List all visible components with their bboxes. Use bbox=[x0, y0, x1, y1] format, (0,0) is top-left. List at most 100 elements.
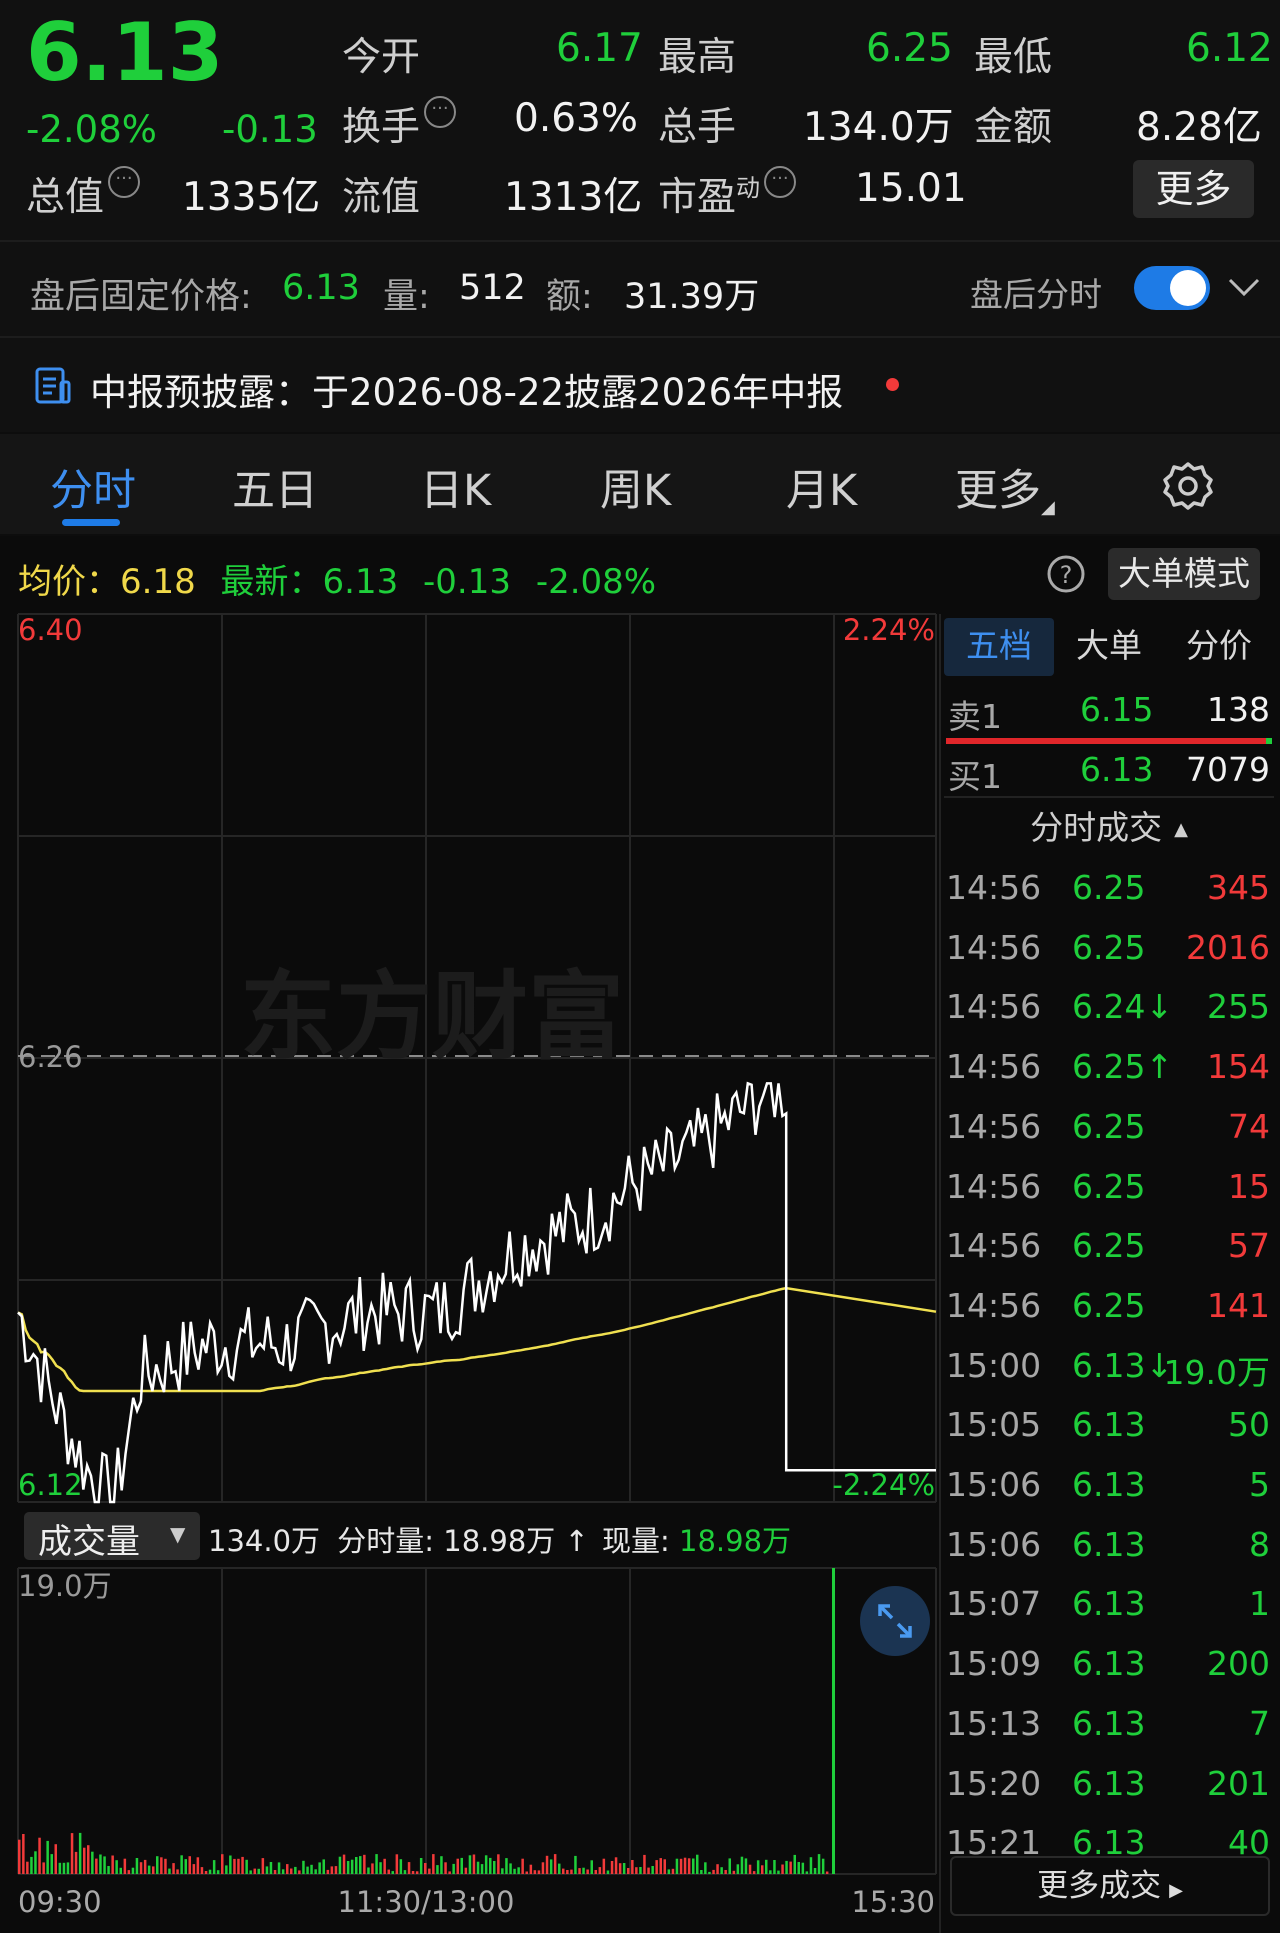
avg-price: 6.18 bbox=[120, 562, 196, 602]
after-hours-toggle[interactable] bbox=[1134, 266, 1210, 310]
more-trades-button[interactable]: 更多成交 ▶ bbox=[950, 1856, 1270, 1916]
latest-price-label: 最新： bbox=[220, 562, 323, 602]
volume-bar bbox=[42, 1862, 45, 1874]
tab-price-distribution[interactable]: 分价 bbox=[1164, 618, 1274, 674]
trade-volume: 2016 bbox=[1186, 927, 1270, 967]
corner-triangle-icon: ◢ bbox=[1041, 497, 1055, 518]
document-icon bbox=[35, 367, 71, 404]
volume-bar bbox=[813, 1868, 817, 1874]
tab-five-day[interactable]: 五日 bbox=[232, 456, 318, 518]
tab-daily-k[interactable]: 日K bbox=[420, 456, 491, 518]
notice-bar[interactable]: 中报预披露：于2026-08-22披露2026年中报 bbox=[0, 338, 1280, 432]
stat-value-high: 6.25 bbox=[866, 26, 953, 71]
volume-bar bbox=[659, 1858, 662, 1874]
volume-bar bbox=[127, 1870, 131, 1874]
volume-bar bbox=[424, 1863, 427, 1874]
more-info-icon[interactable]: ··· bbox=[108, 166, 141, 198]
volume-bar bbox=[379, 1862, 382, 1874]
notice-text: 中报预披露：于2026-08-22披露2026年中报 bbox=[90, 371, 844, 414]
volume-bar bbox=[558, 1863, 561, 1874]
tab-order-book[interactable]: 五档 bbox=[944, 618, 1054, 674]
stat-label-pe[interactable]: 市盈动 ··· bbox=[658, 166, 797, 222]
trade-time: 14:56 bbox=[946, 1047, 1042, 1087]
volume-bar bbox=[152, 1866, 155, 1874]
volume-bar bbox=[574, 1855, 577, 1874]
change-percent: -2.08% bbox=[26, 108, 157, 151]
chevron-down-icon[interactable] bbox=[1226, 274, 1262, 302]
volume-bar bbox=[334, 1866, 338, 1874]
chart-legend: 均价：6.18 最新：6.13 -0.13 -2.08% bbox=[18, 554, 656, 603]
trade-row: 15:13 6.13 7 bbox=[944, 1692, 1274, 1752]
volume-bar bbox=[602, 1858, 606, 1874]
stat-value-low: 6.12 bbox=[1186, 26, 1273, 71]
volume-bar bbox=[249, 1870, 252, 1874]
volume-bar bbox=[769, 1870, 772, 1874]
volume-chart[interactable]: 19.0万 09:30 11:30/13:00 15:30 bbox=[0, 1564, 940, 1933]
current-price: 6.13 bbox=[26, 6, 224, 99]
stat-label-market-cap[interactable]: 总值 ··· bbox=[26, 166, 141, 222]
trade-price: 6.25 bbox=[1072, 1226, 1146, 1266]
price-chart[interactable]: 东方财富 6.40 6.26 6.12 2.24% -2.24% bbox=[0, 610, 940, 1510]
volume-bar bbox=[553, 1854, 557, 1874]
volume-bar bbox=[655, 1860, 658, 1874]
tab-weekly-k[interactable]: 周K bbox=[600, 456, 671, 518]
volume-bar bbox=[562, 1868, 565, 1874]
big-order-mode-button[interactable]: 大单模式 bbox=[1108, 548, 1260, 600]
tab-big-orders[interactable]: 大单 bbox=[1054, 618, 1164, 674]
gear-icon[interactable] bbox=[1162, 460, 1214, 512]
volume-bar bbox=[622, 1863, 626, 1874]
stat-label-amount: 金额 bbox=[974, 105, 1053, 150]
tab-monthly-k[interactable]: 月K bbox=[786, 456, 857, 518]
trades-header[interactable]: 分时成交 ▲ bbox=[944, 800, 1274, 856]
x-tick-midday: 11:30/13:00 bbox=[338, 1885, 515, 1919]
volume-selector-label: 成交量 bbox=[38, 1522, 140, 1562]
expand-icon bbox=[878, 1604, 912, 1638]
volume-bar bbox=[781, 1864, 784, 1874]
volume-bar bbox=[456, 1858, 459, 1874]
volume-bar bbox=[200, 1867, 204, 1874]
volume-bar bbox=[176, 1869, 179, 1874]
trades-title: 分时成交 bbox=[1030, 808, 1163, 847]
volume-bar bbox=[74, 1851, 78, 1874]
volume-bar bbox=[143, 1859, 147, 1874]
stat-label-high: 最高 bbox=[658, 35, 737, 80]
volume-bar bbox=[411, 1871, 415, 1874]
trade-price: 6.13 bbox=[1072, 1703, 1146, 1743]
more-info-icon[interactable]: ··· bbox=[424, 96, 457, 128]
tab-intraday[interactable]: 分时 bbox=[50, 456, 136, 518]
trade-row: 15:09 6.13 200 bbox=[944, 1632, 1274, 1692]
trade-time: 14:56 bbox=[946, 927, 1042, 967]
current-volume: 18.98万 bbox=[679, 1524, 792, 1558]
volume-bar bbox=[436, 1865, 439, 1874]
fullscreen-button[interactable] bbox=[860, 1586, 930, 1656]
stat-label-turnover[interactable]: 换手 ··· bbox=[342, 96, 457, 152]
volume-bar bbox=[139, 1862, 143, 1874]
more-info-icon[interactable]: ··· bbox=[764, 166, 797, 198]
volume-bar bbox=[756, 1860, 760, 1874]
quote-header: 6.13 -2.08% -0.13 今开 6.17 最高 6.25 最低 6.1… bbox=[0, 0, 1280, 240]
trade-price: 6.13 bbox=[1072, 1763, 1146, 1803]
volume-bar bbox=[233, 1858, 236, 1874]
tab-more[interactable]: 更多◢ bbox=[955, 456, 1055, 518]
volume-bar bbox=[30, 1856, 33, 1874]
chevron-right-icon: ▶ bbox=[1169, 1880, 1183, 1901]
trade-volume: 74 bbox=[1228, 1106, 1270, 1146]
trade-time: 14:56 bbox=[946, 1166, 1042, 1206]
volume-bar-close bbox=[832, 1568, 835, 1874]
volume-bar bbox=[326, 1869, 330, 1874]
volume-bar bbox=[253, 1868, 256, 1874]
trade-time: 14:56 bbox=[946, 1106, 1042, 1146]
trade-volume: 8 bbox=[1249, 1524, 1270, 1564]
volume-bar bbox=[265, 1866, 269, 1874]
trade-row: 14:56 6.25↑ 154 bbox=[944, 1035, 1274, 1095]
volume-selector[interactable]: 成交量 ▼ bbox=[24, 1512, 200, 1562]
volume-bar bbox=[537, 1870, 541, 1874]
trade-volume: 255 bbox=[1207, 987, 1270, 1027]
volume-bar bbox=[395, 1854, 399, 1874]
trade-row: 15:07 6.13 1 bbox=[944, 1572, 1274, 1632]
help-icon[interactable]: ? bbox=[1046, 554, 1086, 594]
volume-bar bbox=[204, 1871, 208, 1874]
volume-bar bbox=[188, 1856, 191, 1874]
volume-bar bbox=[627, 1868, 630, 1874]
more-stats-button[interactable]: 更多 bbox=[1133, 160, 1254, 218]
